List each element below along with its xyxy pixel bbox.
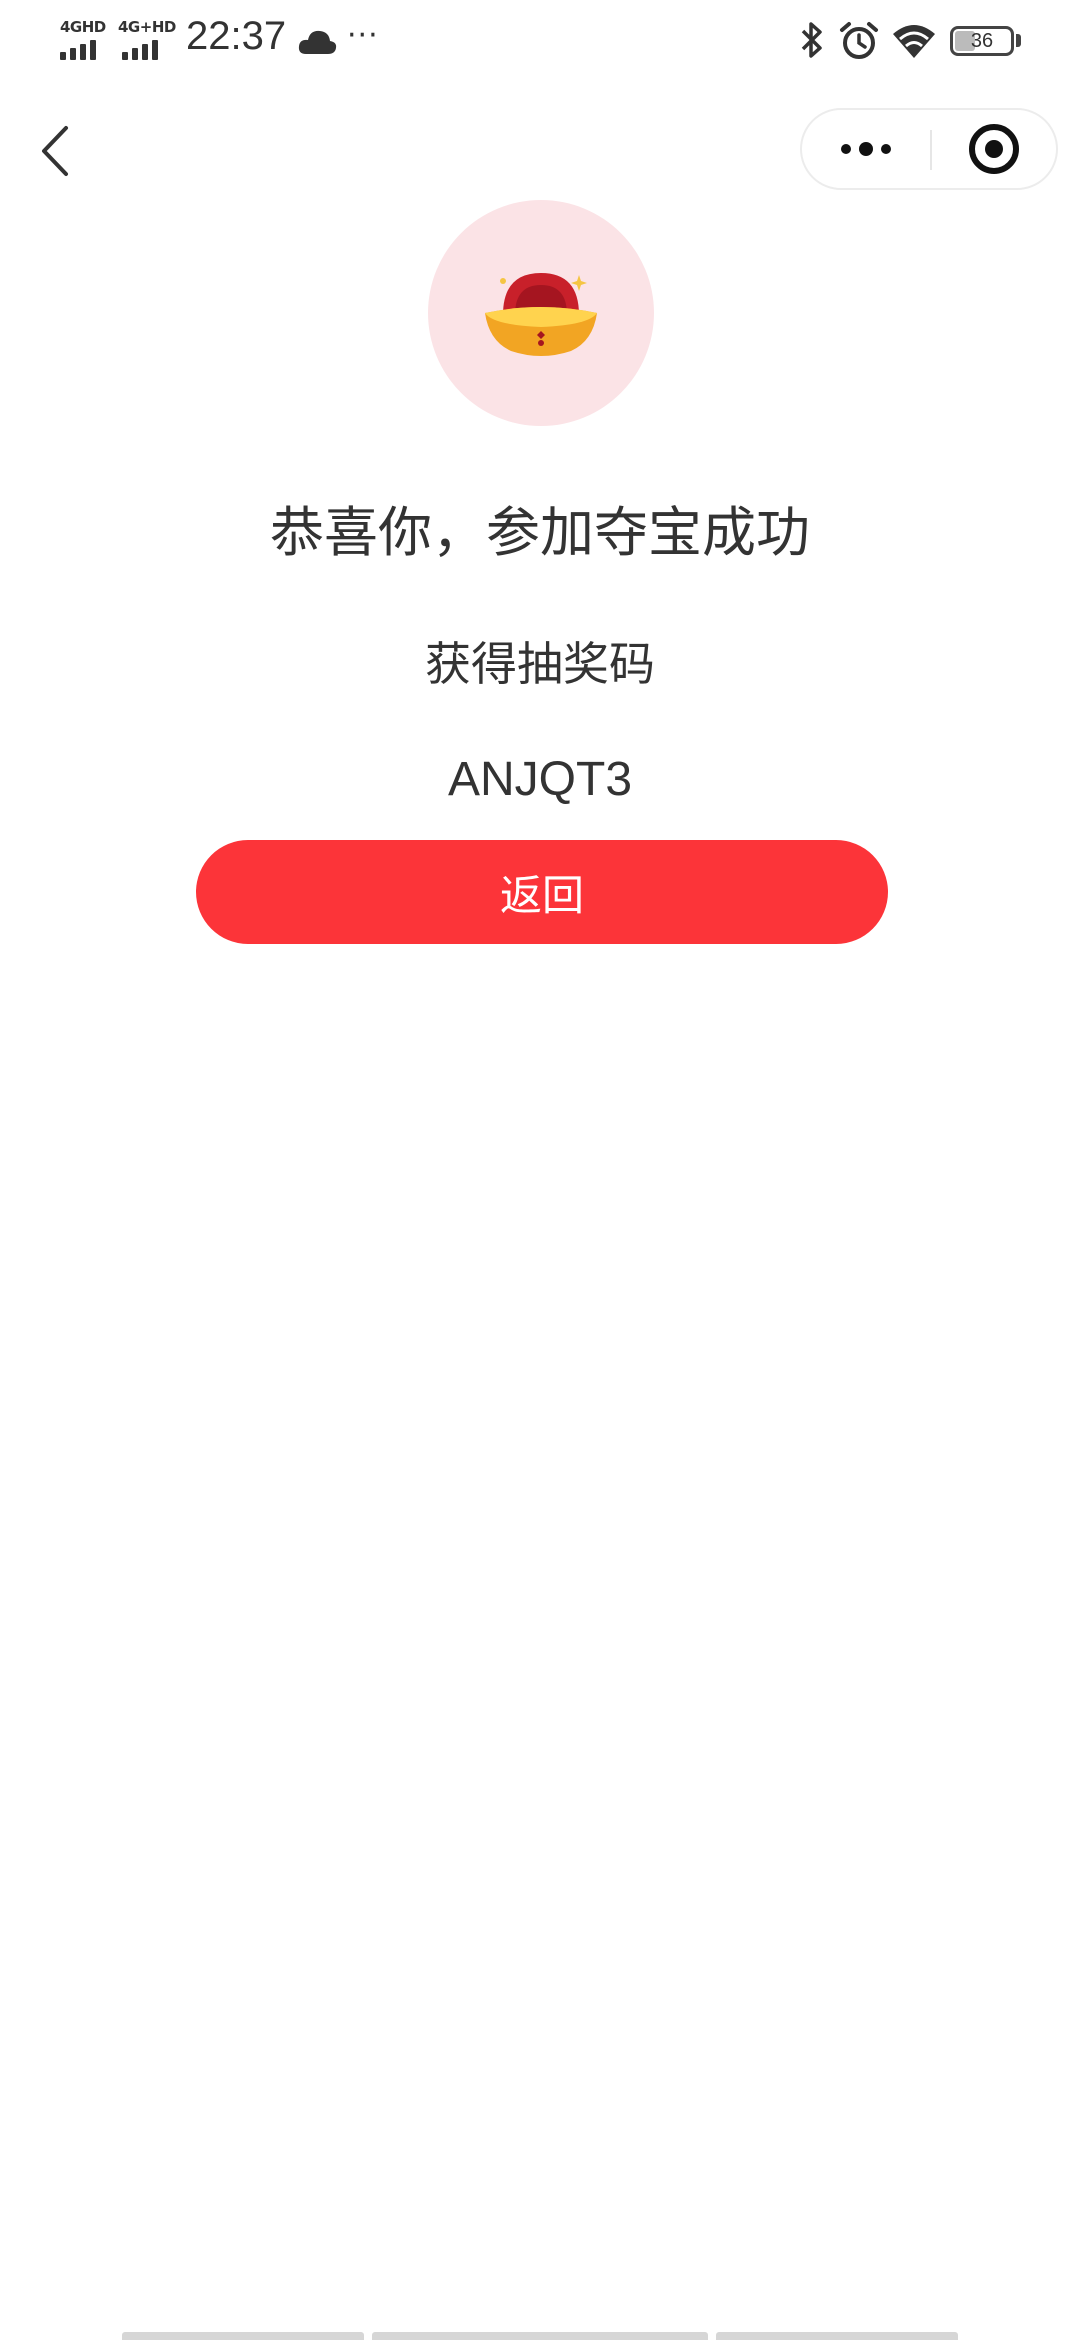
wifi-icon [893,25,935,58]
signal-bars-icon [118,40,166,60]
status-bar: 4GHD 4G+HD 22:37 ··· 36 [0,0,1080,84]
bottom-strip-left [122,2332,364,2340]
lottery-code-label: 获得抽奖码 [425,637,655,691]
mini-program-capsule [800,108,1058,190]
chevron-left-icon [42,126,68,176]
battery-tip [1016,34,1021,47]
notification-more: ··· [347,18,379,53]
signal-bars-icon [60,40,108,60]
page: 4GHD 4G+HD 22:37 ··· 36 恭喜你，参加夺宝成功 获得抽奖码… [0,0,1080,2340]
bottom-strip-right [716,2332,958,2340]
bluetooth-icon [801,22,822,58]
cloud-icon [298,30,337,54]
capsule-more-button[interactable] [802,110,930,188]
gold-ingot-image [428,200,654,426]
lottery-code-value: ANJQT3 [447,753,633,806]
bottom-strip-middle [372,2332,708,2340]
more-dots-icon [841,142,891,156]
network-type-2: 4G+HD [118,18,176,36]
back-button[interactable] [30,118,80,184]
capsule-close-button[interactable] [932,110,1056,188]
battery-percent: 36 [970,29,994,52]
alarm-icon [840,22,878,59]
return-button[interactable]: 返回 [196,840,888,944]
target-circle-icon [969,124,1019,174]
success-title: 恭喜你，参加夺宝成功 [270,501,810,564]
battery-indicator: 36 [950,26,1014,56]
clock: 22:37 [186,14,287,58]
gold-ingot-icon [485,273,597,356]
network-type-1: 4GHD [60,18,106,36]
